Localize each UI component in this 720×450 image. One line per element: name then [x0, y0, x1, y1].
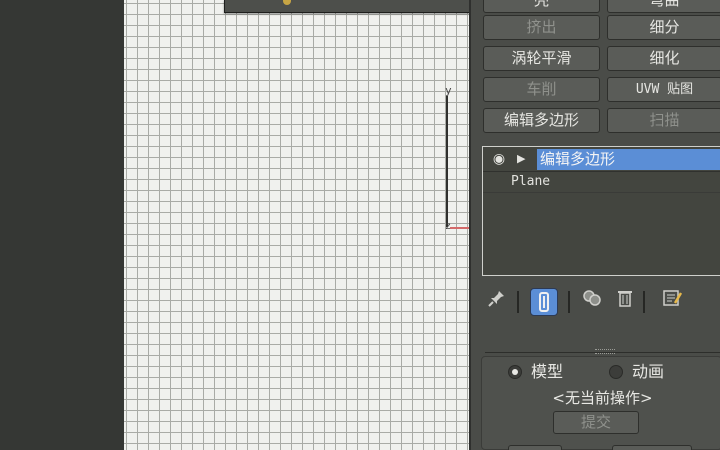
- perspective-viewport[interactable]: y z x: [124, 0, 469, 450]
- popup-toolbar[interactable]: [224, 0, 469, 13]
- modifier-button-shell[interactable]: 壳: [483, 0, 600, 13]
- remove-modifier-icon[interactable]: [611, 288, 639, 316]
- cancel-button[interactable]: [612, 445, 692, 450]
- model-radio[interactable]: [508, 365, 522, 379]
- modifier-stack[interactable]: ◉ ▶ 编辑多边形 Plane: [482, 146, 720, 276]
- z-axis-label: z: [445, 221, 452, 232]
- expand-triangle-icon[interactable]: ▶: [517, 150, 529, 168]
- modifier-button-lathe[interactable]: 车削: [483, 77, 600, 102]
- left-toolbar-area: [0, 0, 124, 450]
- modifier-button-sweep[interactable]: 扫描: [607, 108, 720, 133]
- x-axis-line: [450, 227, 469, 229]
- settings-button[interactable]: [508, 445, 562, 450]
- modifier-button-bend[interactable]: 弯曲: [607, 0, 720, 13]
- commit-button[interactable]: 提交: [553, 411, 639, 434]
- modifier-button-subdivide[interactable]: 细分: [607, 15, 720, 40]
- stack-divider: [483, 171, 720, 172]
- current-operation-status: <无当前操作>: [552, 389, 653, 407]
- command-panel: 壳 弯曲 挤出 细分 涡轮平滑 细化 车削 UVW 贴图 编辑多边形 扫描 ◉ …: [469, 0, 720, 450]
- toolbar-divider: [517, 291, 519, 313]
- toolbar-divider: [568, 291, 570, 313]
- y-axis-label: y: [445, 84, 452, 97]
- make-unique-icon[interactable]: [578, 288, 606, 316]
- pin-stack-icon[interactable]: [483, 288, 511, 316]
- animation-radio-label[interactable]: 动画: [632, 363, 664, 381]
- popup-indicator-icon: [283, 0, 291, 5]
- modifier-button-tessellate[interactable]: 细化: [607, 46, 720, 71]
- modifier-button-extrude[interactable]: 挤出: [483, 15, 600, 40]
- show-end-result-icon[interactable]: [530, 288, 558, 316]
- stack-modifier-name[interactable]: 编辑多边形: [537, 149, 720, 170]
- animation-radio[interactable]: [609, 365, 623, 379]
- configure-modifier-sets-icon[interactable]: [659, 288, 687, 316]
- stack-divider: [483, 192, 720, 193]
- toolbar-divider: [643, 291, 645, 313]
- eye-icon[interactable]: ◉: [489, 150, 509, 168]
- y-axis-line: [446, 96, 448, 227]
- stack-row-modifier[interactable]: ◉ ▶ 编辑多边形: [483, 147, 720, 171]
- edit-poly-mode-rollout: 模型 动画 <无当前操作> 提交: [481, 356, 720, 450]
- model-radio-label[interactable]: 模型: [531, 363, 563, 381]
- panel-separator: [485, 352, 720, 353]
- stack-base-object[interactable]: Plane: [511, 174, 550, 189]
- modifier-button-turbosmooth[interactable]: 涡轮平滑: [483, 46, 600, 71]
- modifier-button-edit-poly[interactable]: 编辑多边形: [483, 108, 600, 133]
- app-window: y z x 壳 弯曲 挤出 细分 涡轮平滑 细化 车削 UVW 贴图 编辑多边形…: [0, 0, 720, 450]
- modifier-button-uvw-map[interactable]: UVW 贴图: [607, 77, 720, 102]
